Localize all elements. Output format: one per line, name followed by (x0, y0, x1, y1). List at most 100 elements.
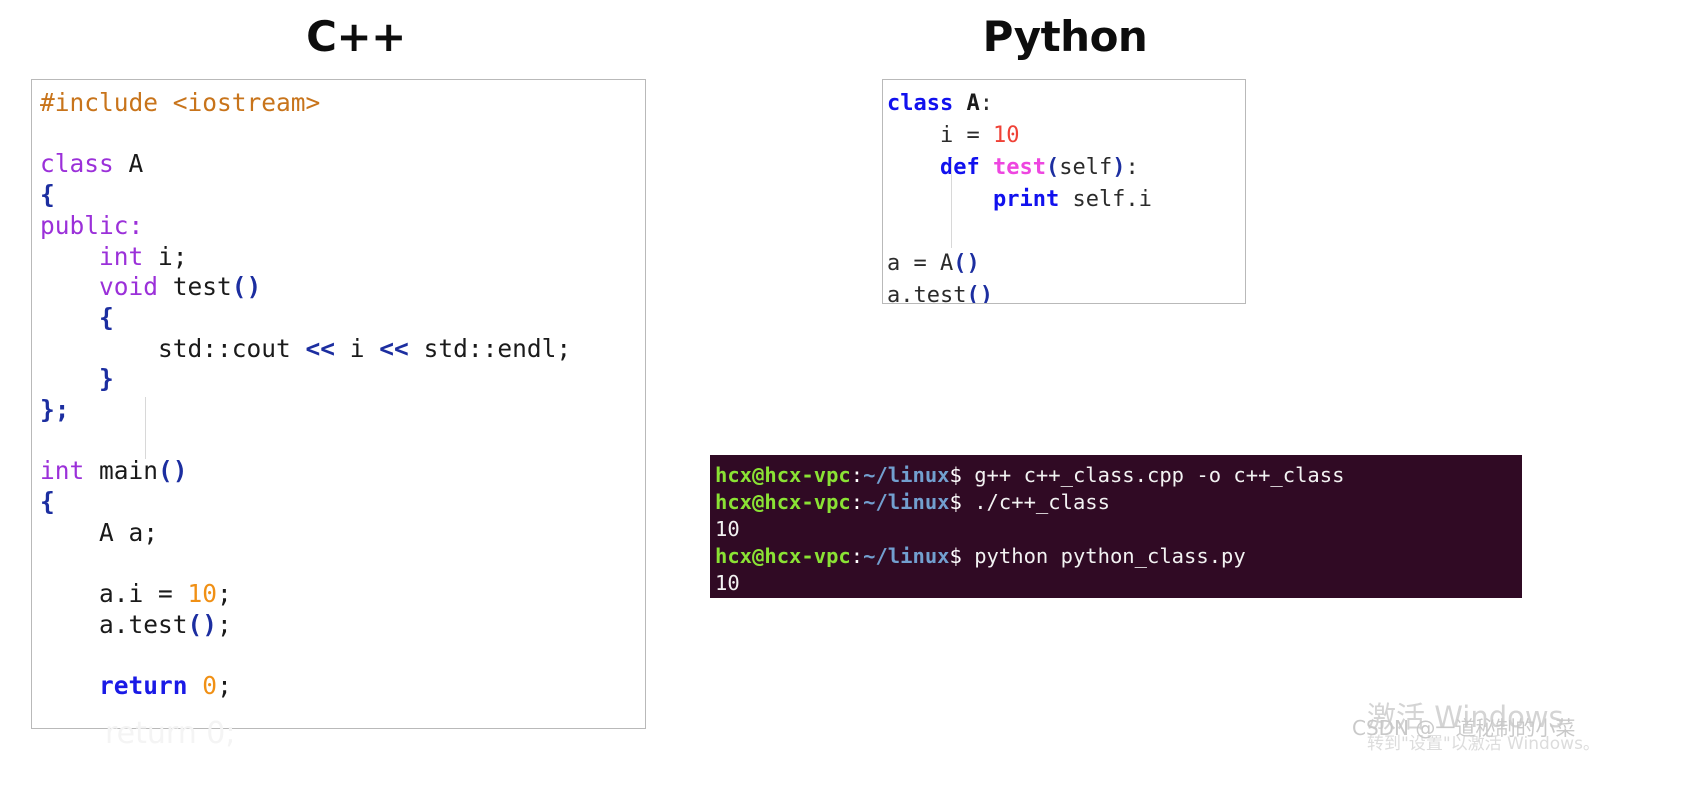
code-token: ( (1045, 155, 1060, 180)
terminal-prompt-symbol: $ (949, 544, 962, 568)
code-token: i; (143, 241, 188, 271)
python-code-block: class A: i = 10 def test(self): print se… (882, 79, 1246, 304)
code-token: { (40, 180, 55, 210)
code-token: main (84, 456, 159, 486)
code-line: a.test() (887, 280, 1245, 304)
csdn-author-watermark: CSDN @一道秘制的小菜 (1352, 716, 1576, 740)
code-token: : (979, 91, 993, 116)
indent-guide (145, 397, 146, 459)
windows-activation-watermark-title: 激活 Windows (1367, 700, 1564, 734)
code-token: a = A (887, 251, 954, 276)
code-token: i (335, 333, 380, 363)
code-token: 0 (202, 671, 218, 701)
code-token: } (99, 364, 114, 394)
code-line: return 0; (40, 671, 645, 702)
code-token: def (939, 155, 980, 180)
python-code-lines: class A: i = 10 def test(self): print se… (887, 88, 1245, 304)
code-token: << (305, 333, 336, 363)
code-token: public (40, 210, 129, 240)
page-title-python: Python (982, 12, 1148, 61)
code-token: class (887, 91, 954, 116)
code-token: A a; (40, 517, 159, 547)
code-line: class A (40, 149, 645, 180)
cpp-code-block: #include <iostream> class A{public: int … (31, 79, 646, 729)
code-token: std::cout (40, 333, 306, 363)
code-token: A (113, 149, 144, 179)
code-line: { (40, 487, 645, 518)
code-token: { (99, 302, 114, 332)
code-line: } (40, 364, 645, 395)
terminal-command-line: hcx@hcx-vpc:~/linux$ python python_class… (715, 543, 1522, 570)
cpp-code-lines: #include <iostream> class A{public: int … (40, 88, 645, 728)
terminal-colon: : (850, 490, 864, 514)
code-token: () (158, 456, 188, 486)
code-line: a = A() (887, 248, 1245, 280)
code-token: self.i (1059, 187, 1152, 212)
code-token: self (1059, 155, 1113, 180)
code-line: a.i = 10; (40, 579, 645, 610)
code-token: () (953, 251, 980, 276)
code-token: ; (217, 671, 232, 701)
code-line: { (40, 303, 645, 334)
terminal-path: ~/linux (863, 490, 950, 514)
code-token: std::endl; (408, 333, 572, 363)
code-line: void test() (40, 272, 645, 303)
code-token: 10 (187, 579, 218, 609)
terminal-command-text: g++ c++_class.cpp -o c++_class (961, 463, 1345, 487)
code-token: 10 (992, 123, 1020, 148)
code-token: ; (217, 579, 232, 609)
code-line: { (40, 180, 645, 211)
code-token: << (379, 333, 409, 363)
terminal-path: ~/linux (863, 463, 950, 487)
code-token: void (99, 272, 159, 302)
terminal-colon: : (850, 544, 864, 568)
windows-activation-watermark-subtitle: 转到"设置"以激活 Windows。 (1367, 734, 1600, 754)
code-token: i = (887, 123, 993, 148)
terminal-prompt-symbol: $ (949, 463, 962, 487)
code-line: def test(self): (887, 152, 1245, 184)
code-token: return (99, 671, 188, 701)
terminal-command-text: ./c++_class (961, 490, 1110, 514)
code-token: : (128, 210, 144, 240)
terminal-output-text: 10 (715, 517, 740, 541)
code-line: #include <iostream> (40, 88, 645, 119)
terminal-lines: hcx@hcx-vpc:~/linux$ g++ c++_class.cpp -… (715, 462, 1522, 597)
code-line: std::cout << i << std::endl; (40, 334, 645, 365)
code-token: int (40, 456, 85, 486)
code-token: int (99, 241, 144, 271)
code-token: a.test (40, 609, 188, 639)
code-token: () (231, 272, 262, 302)
code-token: #include <iostream> (40, 88, 321, 117)
code-line: i = 10 (887, 120, 1245, 152)
terminal-path: ~/linux (863, 544, 950, 568)
code-token: test (158, 272, 232, 302)
terminal-user: hcx@hcx-vpc (715, 490, 851, 514)
code-line: int i; (40, 242, 645, 273)
code-line: }; (40, 395, 645, 426)
code-token: class (40, 149, 114, 179)
code-token: print (992, 187, 1060, 212)
code-line: public: (40, 211, 645, 242)
code-token: a.i = (40, 579, 188, 609)
terminal-command-line: hcx@hcx-vpc:~/linux$ ./c++_class (715, 489, 1522, 516)
page-title-cpp: C++ (306, 12, 406, 61)
terminal-colon: : (850, 463, 864, 487)
terminal-output[interactable]: hcx@hcx-vpc:~/linux$ g++ c++_class.cpp -… (710, 461, 1522, 598)
code-token: : (1125, 155, 1139, 180)
terminal-user: hcx@hcx-vpc (715, 463, 851, 487)
code-token: a.test (887, 283, 967, 304)
